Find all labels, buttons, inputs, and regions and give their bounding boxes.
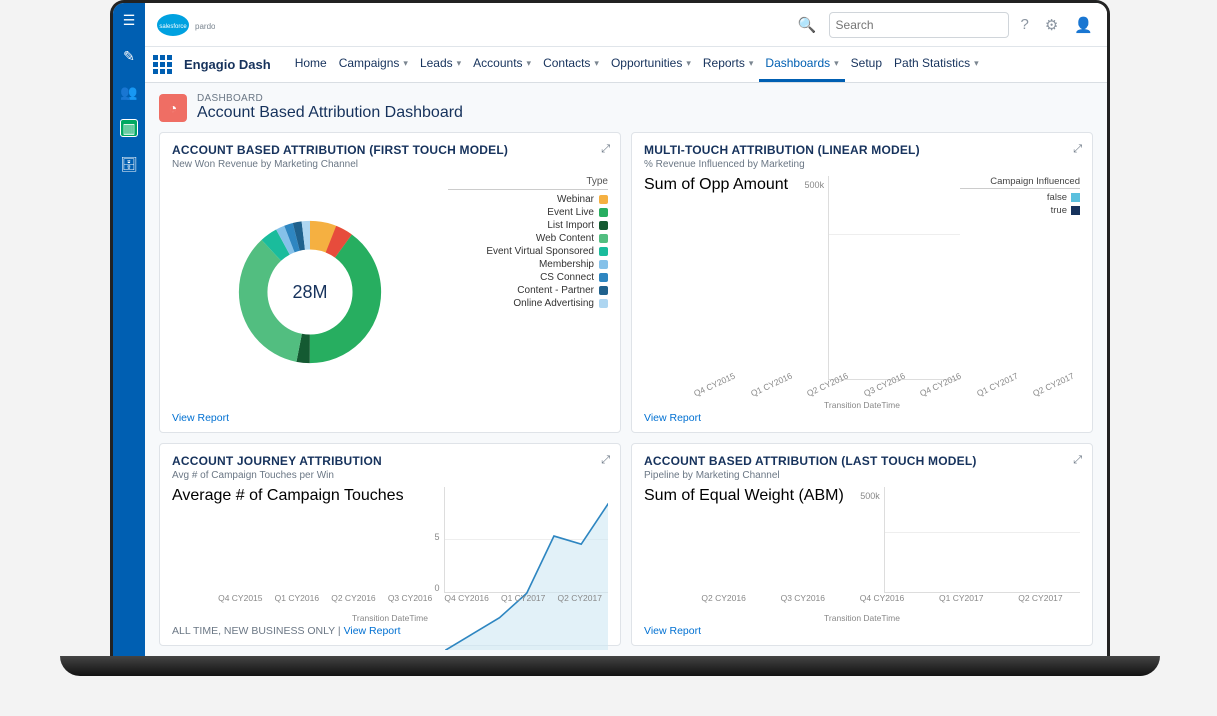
page-header: ◔ DASHBOARD Account Based Attribution Da…: [145, 83, 1107, 132]
tab-path-statistics[interactable]: Path Statistics▾: [888, 47, 985, 82]
legend-item: Event Live: [448, 206, 608, 219]
left-rail: ☰ ✎ 👥 ▥ 🗄: [113, 3, 145, 660]
chevron-down-icon: ▾: [686, 58, 691, 69]
legend-item: Event Virtual Sponsored: [448, 245, 608, 258]
page-title: Account Based Attribution Dashboard: [197, 104, 463, 122]
search-input[interactable]: [836, 18, 1002, 32]
legend-item: true: [960, 204, 1080, 217]
wand-icon[interactable]: ✎: [120, 47, 138, 65]
card-title: ACCOUNT BASED ATTRIBUTION (FIRST TOUCH M…: [172, 143, 608, 157]
breadcrumb: DASHBOARD: [197, 93, 463, 104]
briefcase-icon[interactable]: 🗄: [120, 155, 138, 173]
view-report-link[interactable]: View Report: [172, 412, 229, 424]
help-icon[interactable]: ?: [1017, 16, 1033, 33]
legend-item: Online Advertising: [448, 297, 608, 310]
card-title: MULTI-TOUCH ATTRIBUTION (LINEAR MODEL): [644, 143, 1080, 157]
chart-icon[interactable]: ▥: [120, 119, 138, 137]
card-last-touch: ⤢ ACCOUNT BASED ATTRIBUTION (LAST TOUCH …: [631, 443, 1093, 646]
settings-icon[interactable]: ⚙: [1041, 16, 1062, 34]
svg-text:salesforce: salesforce: [159, 24, 187, 30]
legend-item: Web Content: [448, 232, 608, 245]
expand-icon[interactable]: ⤢: [601, 143, 610, 156]
view-report-link[interactable]: View Report: [644, 625, 701, 637]
chevron-down-icon: ▾: [974, 58, 979, 69]
tab-reports[interactable]: Reports▾: [697, 47, 760, 82]
card-subtitle: Avg # of Campaign Touches per Win: [172, 470, 608, 481]
chevron-down-icon: ▾: [749, 58, 754, 69]
card-first-touch: ⤢ ACCOUNT BASED ATTRIBUTION (FIRST TOUCH…: [159, 132, 621, 433]
nav-tabs: Engagio Dash HomeCampaigns▾Leads▾Account…: [145, 47, 1107, 83]
chevron-down-icon: ▾: [594, 58, 599, 69]
chevron-down-icon: ▾: [457, 58, 462, 69]
card-subtitle: Pipeline by Marketing Channel: [644, 470, 1080, 481]
search-icon: 🔍: [794, 16, 821, 34]
app-launcher-icon[interactable]: [153, 55, 172, 74]
card-journey: ⤢ ACCOUNT JOURNEY ATTRIBUTION Avg # of C…: [159, 443, 621, 646]
people-icon[interactable]: 👥: [120, 83, 138, 101]
donut-chart: 28M: [235, 217, 385, 367]
bar-chart: Sum of Equal Weight (ABM) 500k Q2 CY2016…: [644, 487, 1080, 621]
expand-icon[interactable]: ⤢: [1073, 454, 1082, 467]
svg-text:pardot: pardot: [195, 22, 215, 31]
legend-item: Membership: [448, 258, 608, 271]
tab-accounts[interactable]: Accounts▾: [467, 47, 537, 82]
line-chart: Average # of Campaign Touches 50 Q4 CY20…: [172, 487, 608, 621]
card-title: ACCOUNT BASED ATTRIBUTION (LAST TOUCH MO…: [644, 454, 1080, 468]
tab-leads[interactable]: Leads▾: [414, 47, 467, 82]
expand-icon[interactable]: ⤢: [1073, 143, 1082, 156]
expand-icon[interactable]: ⤢: [601, 454, 610, 467]
legend-item: Webinar: [448, 193, 608, 206]
tab-opportunities[interactable]: Opportunities▾: [605, 47, 697, 82]
card-title: ACCOUNT JOURNEY ATTRIBUTION: [172, 454, 608, 468]
card-subtitle: New Won Revenue by Marketing Channel: [172, 159, 608, 170]
legend-item: List Import: [448, 219, 608, 232]
tab-setup[interactable]: Setup: [845, 47, 888, 82]
donut-legend: Type WebinarEvent LiveList ImportWeb Con…: [448, 176, 608, 408]
user-icon[interactable]: 👤: [1070, 16, 1097, 34]
legend-item: CS Connect: [448, 271, 608, 284]
chevron-down-icon: ▾: [527, 58, 532, 69]
view-report-link[interactable]: View Report: [344, 625, 401, 637]
donut-center-value: 28M: [235, 217, 385, 367]
tab-campaigns[interactable]: Campaigns▾: [333, 47, 414, 82]
bar-legend: Campaign Influenced falsetrue: [960, 176, 1080, 217]
app-name: Engagio Dash: [184, 57, 271, 72]
view-report-link[interactable]: View Report: [644, 412, 701, 424]
chevron-down-icon: ▾: [403, 58, 408, 69]
card-multi-touch: ⤢ MULTI-TOUCH ATTRIBUTION (LINEAR MODEL)…: [631, 132, 1093, 433]
tab-dashboards[interactable]: Dashboards▾: [759, 47, 844, 82]
search-box[interactable]: [829, 12, 1009, 38]
tab-contacts[interactable]: Contacts▾: [537, 47, 605, 82]
dashboard-icon: ◔: [159, 94, 187, 122]
topbar: salesforce pardot 🔍 ? ⚙ 👤: [145, 3, 1107, 47]
hamburger-icon[interactable]: ☰: [120, 11, 138, 29]
chevron-down-icon: ▾: [834, 58, 839, 69]
tab-home[interactable]: Home: [289, 47, 333, 82]
salesforce-pardot-logo: salesforce pardot: [155, 10, 215, 40]
legend-item: Content - Partner: [448, 284, 608, 297]
filter-prefix: ALL TIME, NEW BUSINESS ONLY |: [172, 625, 344, 637]
card-subtitle: % Revenue Influenced by Marketing: [644, 159, 1080, 170]
legend-item: false: [960, 191, 1080, 204]
stacked-bar-chart: Sum of Opp Amount 500k Q4 CY2015Q1 CY201…: [644, 176, 1080, 408]
